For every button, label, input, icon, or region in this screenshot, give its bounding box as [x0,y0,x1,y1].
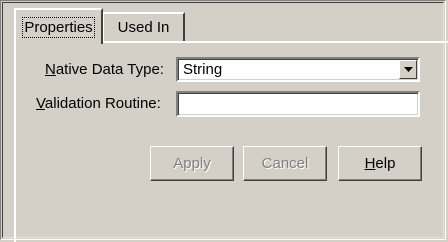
tab-used-in-label: Used In [117,19,170,36]
tab-properties-label: Properties [22,16,95,38]
tab-used-in[interactable]: Used In [103,12,185,41]
properties-panel [14,41,448,242]
tab-properties[interactable]: Properties [14,8,103,44]
